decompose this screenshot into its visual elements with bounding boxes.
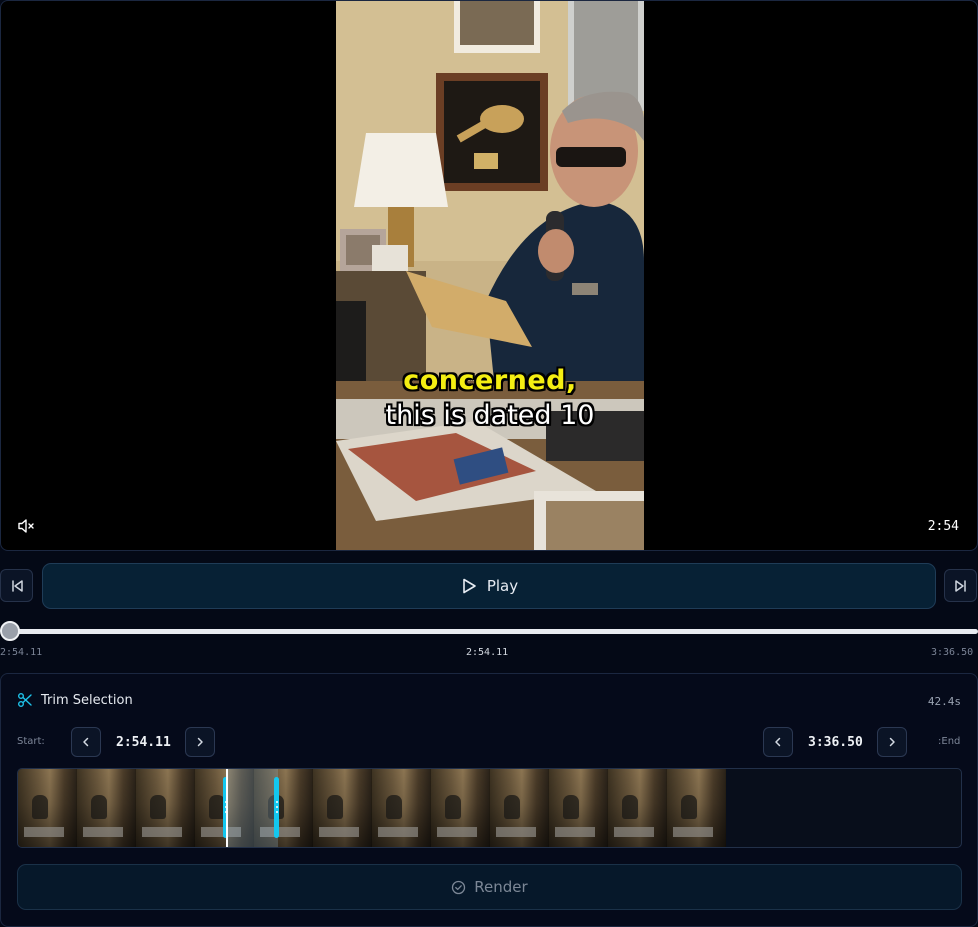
filmstrip-thumbnail [18, 769, 77, 847]
trim-header: Trim Selection [17, 692, 133, 708]
filmstrip-frames [18, 769, 726, 847]
chevron-left-icon [775, 737, 781, 747]
trim-end-handle[interactable] [274, 777, 279, 838]
filmstrip-thumbnail [372, 769, 431, 847]
filmstrip-thumbnail [313, 769, 372, 847]
subtitle-overlay: concerned, this is dated 10 [336, 363, 644, 433]
chevron-right-icon [889, 737, 895, 747]
volume-muted-icon[interactable] [17, 518, 35, 534]
seek-handle[interactable] [0, 621, 20, 641]
start-decrement-button[interactable] [71, 727, 101, 757]
start-label: Start: [17, 736, 45, 747]
skip-back-icon [11, 579, 23, 592]
chevron-right-icon [197, 737, 203, 747]
current-time-badge: 2:54 [927, 519, 959, 534]
render-label: Render [474, 878, 528, 896]
video-scene [336, 1, 644, 550]
filmstrip-thumbnail [77, 769, 136, 847]
end-label: :End [938, 736, 961, 747]
trim-panel: Trim Selection 42.4s Start: 2:54.11 3:36… [0, 673, 978, 927]
start-time-value: 2:54.11 [116, 735, 171, 750]
video-frame: concerned, this is dated 10 [336, 1, 644, 550]
seek-bar[interactable] [9, 629, 978, 634]
video-player[interactable]: concerned, this is dated 10 2:54 [0, 0, 978, 551]
scissors-icon [18, 693, 32, 707]
start-increment-button[interactable] [185, 727, 215, 757]
skip-forward-icon [954, 579, 966, 592]
filmstrip-thumbnail [431, 769, 490, 847]
trim-duration: 42.4s [927, 695, 961, 708]
seek-end-label: 3:36.50 [931, 647, 974, 658]
check-circle-icon [452, 880, 466, 894]
chevron-left-icon [83, 737, 89, 747]
filmstrip-thumbnail [667, 769, 726, 847]
play-icon [463, 578, 476, 594]
filmstrip-playhead [226, 769, 228, 847]
trim-title: Trim Selection [41, 692, 133, 708]
filmstrip-thumbnail [549, 769, 608, 847]
filmstrip-thumbnail [490, 769, 549, 847]
filmstrip-thumbnail [136, 769, 195, 847]
caption-highlight: concerned, [403, 365, 577, 396]
end-decrement-button[interactable] [763, 727, 793, 757]
trim-selection-window [226, 769, 278, 847]
seek-current-label: 2:54.11 [466, 647, 509, 658]
seek-start-label: 2:54.11 [0, 647, 43, 658]
filmstrip-thumbnail [608, 769, 667, 847]
caption-line: this is dated 10 [385, 400, 595, 431]
end-time-value: 3:36.50 [808, 735, 863, 750]
end-increment-button[interactable] [877, 727, 907, 757]
trim-filmstrip[interactable] [17, 768, 962, 848]
skip-back-button[interactable] [0, 569, 33, 602]
skip-forward-button[interactable] [944, 569, 977, 602]
play-label: Play [486, 577, 519, 595]
play-button[interactable]: Play [42, 563, 936, 609]
render-button[interactable]: Render [17, 864, 962, 910]
